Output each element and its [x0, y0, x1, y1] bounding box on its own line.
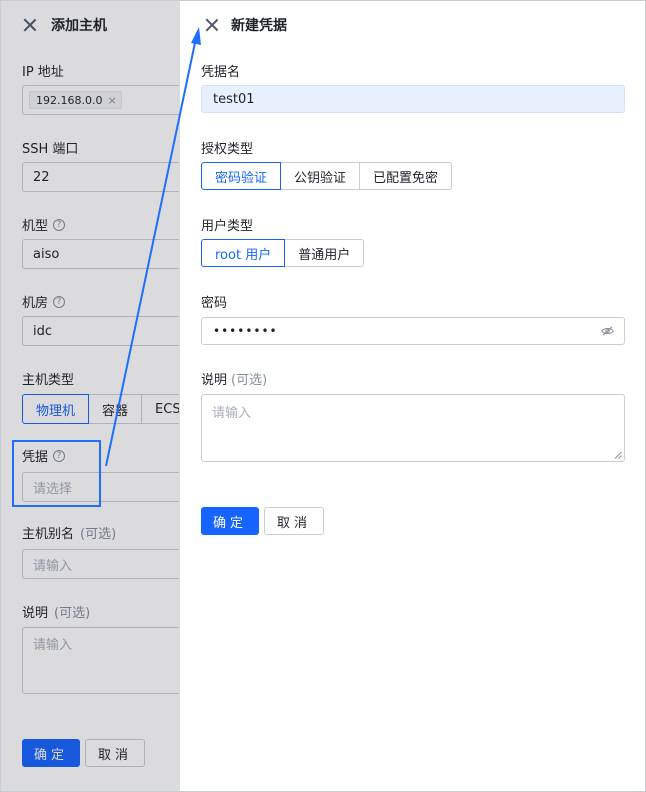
annotation-arrow [105, 27, 201, 467]
